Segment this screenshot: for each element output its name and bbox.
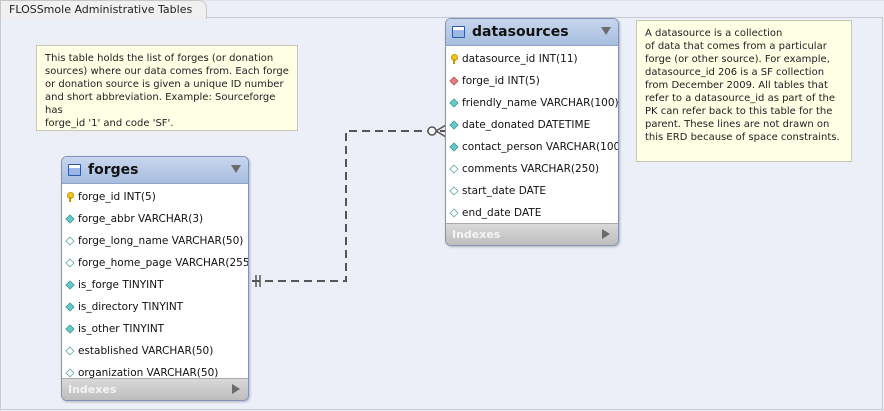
not-null-column-icon — [65, 302, 75, 312]
note-line: forge (or other source). For example, — [645, 54, 830, 65]
column-row[interactable]: start_date DATE — [446, 180, 618, 202]
nullable-column-icon — [65, 258, 75, 268]
note-line: This table holds the list of forges (or … — [45, 53, 274, 64]
primary-key-icon — [66, 192, 74, 202]
not-null-column-icon — [449, 142, 459, 152]
datasource-note[interactable]: A datasource is a collection of data tha… — [636, 20, 852, 162]
column-row[interactable]: forge_long_name VARCHAR(50) — [62, 230, 248, 252]
not-null-column-icon — [65, 280, 75, 290]
note-line: this ERD because of space constraints. — [645, 132, 840, 143]
column-label: forge_id INT(5) — [462, 75, 540, 87]
datasources-table[interactable]: datasources datasource_id INT(11) forge_… — [445, 18, 619, 246]
note-line: parent. These lines are not drawn on — [645, 119, 830, 130]
column-row[interactable]: forge_abbr VARCHAR(3) — [62, 208, 248, 230]
column-label: established VARCHAR(50) — [78, 345, 214, 357]
column-row[interactable]: datasource_id INT(11) — [446, 48, 618, 70]
column-label: start_date DATE — [462, 185, 547, 197]
nullable-column-icon — [65, 368, 75, 378]
note-line: and short abbreviation. Example: Sourcef… — [45, 92, 276, 116]
nullable-column-icon — [449, 186, 459, 196]
table-header[interactable]: datasources — [446, 19, 618, 46]
table-title: datasources — [472, 24, 569, 40]
table-header[interactable]: forges — [62, 157, 248, 184]
indexes-label: Indexes — [68, 383, 117, 396]
column-row[interactable]: is_directory TINYINT — [62, 296, 248, 318]
column-label: date_donated DATETIME — [462, 119, 591, 131]
column-label: end_date DATE — [462, 207, 542, 219]
column-row[interactable]: forge_home_page VARCHAR(255) — [62, 252, 248, 274]
note-line: PK can refer back to this table for the — [645, 106, 833, 117]
nullable-column-icon — [65, 346, 75, 356]
column-label: is_other TINYINT — [78, 323, 165, 335]
note-line: or donation source is given a unique ID … — [45, 79, 284, 90]
collapse-chevron-icon[interactable] — [231, 165, 241, 173]
primary-key-icon — [450, 54, 458, 64]
column-row[interactable]: forge_id INT(5) — [446, 70, 618, 92]
column-row[interactable]: date_donated DATETIME — [446, 114, 618, 136]
nullable-column-icon — [449, 208, 459, 218]
nullable-column-icon — [65, 236, 75, 246]
column-row[interactable]: comments VARCHAR(250) — [446, 158, 618, 180]
expand-arrow-icon[interactable] — [232, 384, 240, 394]
column-label: friendly_name VARCHAR(100) — [462, 97, 619, 109]
relationship-path — [252, 130, 446, 282]
note-line: forge_id '1' and code 'SF'. — [45, 118, 174, 129]
column-list: datasource_id INT(11) forge_id INT(5) fr… — [446, 46, 618, 224]
column-label: forge_home_page VARCHAR(255) — [78, 257, 249, 269]
column-label: is_directory TINYINT — [78, 301, 184, 313]
nullable-column-icon — [449, 164, 459, 174]
column-row[interactable]: forge_id INT(5) — [62, 186, 248, 208]
indexes-section[interactable]: Indexes — [446, 223, 618, 245]
column-label: comments VARCHAR(250) — [462, 163, 600, 175]
note-line: from December 2009. All tables that — [645, 80, 828, 91]
indexes-label: Indexes — [452, 228, 501, 241]
forges-note[interactable]: This table holds the list of forges (or … — [36, 45, 298, 131]
note-line: datasource_id 206 is a SF collection — [645, 67, 825, 78]
expand-arrow-icon[interactable] — [602, 229, 610, 239]
not-null-column-icon — [65, 324, 75, 334]
column-list: forge_id INT(5) forge_abbr VARCHAR(3) fo… — [62, 184, 248, 384]
column-label: datasource_id INT(11) — [462, 53, 578, 65]
table-icon — [452, 26, 465, 38]
column-row[interactable]: established VARCHAR(50) — [62, 340, 248, 362]
column-label: forge_long_name VARCHAR(50) — [78, 235, 244, 247]
column-label: contact_person VARCHAR(100) — [462, 141, 619, 153]
column-row[interactable]: is_forge TINYINT — [62, 274, 248, 296]
column-row[interactable]: friendly_name VARCHAR(100) — [446, 92, 618, 114]
zero-cardinality-circle — [427, 126, 437, 136]
note-line: A datasource is a collection — [645, 28, 783, 39]
column-label: forge_id INT(5) — [78, 191, 156, 203]
not-null-column-icon — [449, 120, 459, 130]
not-null-column-icon — [449, 98, 459, 108]
column-label: forge_abbr VARCHAR(3) — [78, 213, 204, 225]
column-row[interactable]: end_date DATE — [446, 202, 618, 224]
table-icon — [68, 164, 81, 176]
note-line: sources) where our data comes from. Each… — [45, 66, 289, 77]
foreign-key-icon — [449, 76, 459, 86]
column-label: is_forge TINYINT — [78, 279, 164, 291]
indexes-section[interactable]: Indexes — [62, 378, 248, 400]
note-line: refer to a datasource_id as part of the — [645, 93, 835, 104]
not-null-column-icon — [65, 214, 75, 224]
forges-table[interactable]: forges forge_id INT(5) forge_abbr VARCHA… — [61, 156, 249, 401]
collapse-chevron-icon[interactable] — [601, 27, 611, 35]
column-row[interactable]: contact_person VARCHAR(100) — [446, 136, 618, 158]
note-line: of data that comes from a particular — [645, 41, 827, 52]
table-title: forges — [88, 162, 139, 178]
column-row[interactable]: is_other TINYINT — [62, 318, 248, 340]
